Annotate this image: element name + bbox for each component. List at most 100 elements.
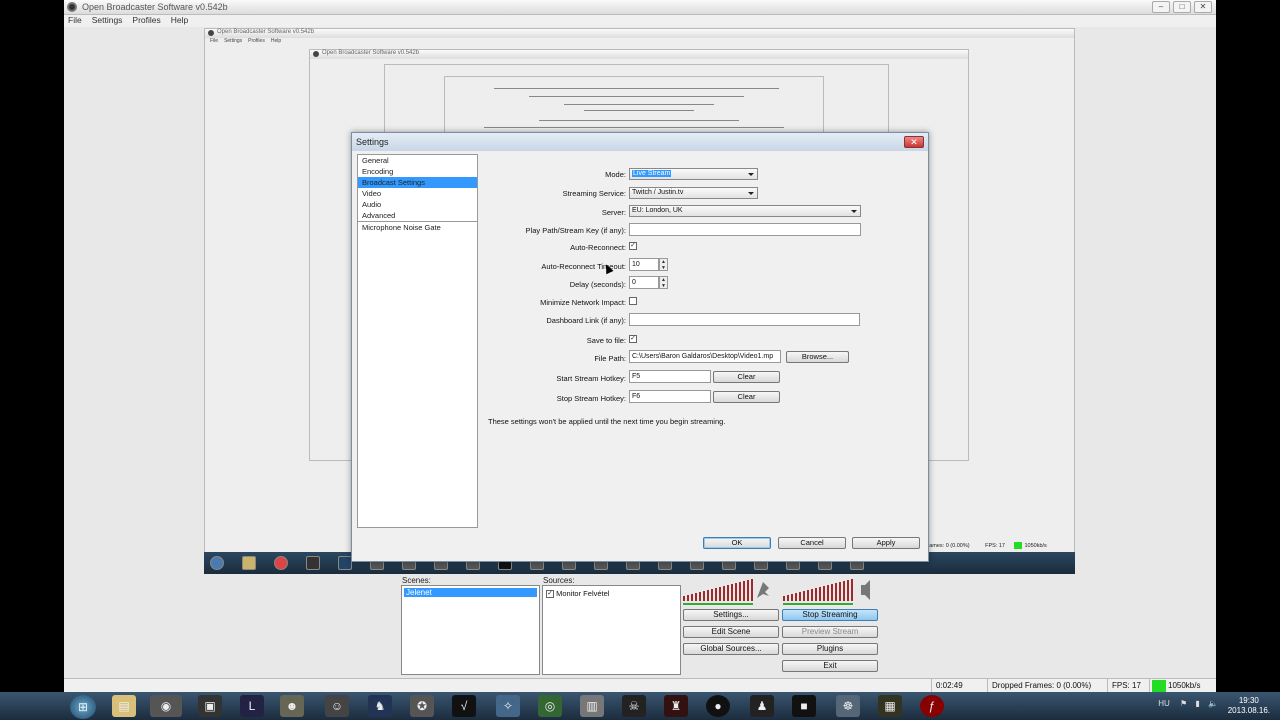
skull-icon[interactable]: ☠: [622, 695, 646, 717]
mode-value: Live Stream: [632, 170, 672, 177]
nav-general[interactable]: General: [358, 155, 477, 166]
settings-button[interactable]: Settings...: [683, 609, 779, 621]
desktop-volume-meter: [683, 579, 769, 605]
preview-bitrate: 1050kb/s: [1024, 542, 1047, 549]
bitrate-readout: 1050kb/s: [1168, 681, 1201, 690]
nav-audio[interactable]: Audio: [358, 199, 477, 210]
game-icon-9[interactable]: ♟: [750, 695, 774, 717]
preview-bitrate-indicator: [1014, 542, 1023, 549]
close-button[interactable]: ✕: [1194, 1, 1212, 13]
game-icon-7[interactable]: ▥: [580, 695, 604, 717]
settings-note: These settings won't be applied until th…: [488, 417, 726, 426]
start-button-icon[interactable]: ⊞: [70, 695, 96, 719]
game-icon-4[interactable]: ✪: [410, 695, 434, 717]
source-checkbox[interactable]: ✓: [546, 590, 554, 599]
language-indicator[interactable]: HU: [1158, 699, 1170, 708]
nav-broadcast-settings[interactable]: Broadcast Settings: [358, 177, 477, 188]
source-label: Monitor Felvétel: [556, 589, 610, 598]
global-sources-button[interactable]: Global Sources...: [683, 643, 779, 655]
stop-hotkey-input[interactable]: F6: [629, 390, 711, 403]
status-bar: 0:02:49 Dropped Frames: 0 (0.00%) FPS: 1…: [64, 678, 1216, 693]
browse-button[interactable]: Browse...: [786, 351, 849, 363]
menu-file[interactable]: File: [68, 15, 82, 27]
delay-input[interactable]: 0: [629, 276, 659, 289]
clear-stop-hotkey-button[interactable]: Clear: [713, 391, 780, 403]
server-select[interactable]: EU: London, UK: [629, 205, 861, 217]
network-icon[interactable]: ▮: [1195, 699, 1199, 708]
apply-button[interactable]: Apply: [852, 537, 920, 549]
stop-hotkey-label: Stop Stream Hotkey:: [556, 394, 626, 403]
service-select[interactable]: Twitch / Justin.tv: [629, 187, 758, 199]
league-icon[interactable]: L: [240, 695, 264, 717]
chrome-icon[interactable]: ◉: [150, 695, 182, 717]
menu-settings[interactable]: Settings: [92, 15, 123, 27]
timeout-input[interactable]: 10: [629, 258, 659, 271]
game-icon-12[interactable]: ▦: [878, 695, 902, 717]
menu-help[interactable]: Help: [171, 15, 188, 27]
game-icon-5[interactable]: ✧: [496, 695, 520, 717]
game-icon-3[interactable]: ♞: [368, 695, 392, 717]
system-tray: HU ⚑ ▮ 🔈: [1158, 699, 1218, 708]
nav-advanced[interactable]: Advanced: [358, 210, 477, 221]
ok-button[interactable]: OK: [703, 537, 771, 549]
preview-menu-settings: Settings: [224, 38, 243, 44]
game-icon-8[interactable]: ♜: [664, 695, 688, 717]
stop-streaming-button[interactable]: Stop Streaming: [782, 609, 878, 621]
flag-icon[interactable]: ⚑: [1180, 699, 1187, 708]
clear-start-hotkey-button[interactable]: Clear: [713, 371, 780, 383]
source-item[interactable]: ✓ Monitor Felvétel: [546, 589, 677, 599]
game-icon-11[interactable]: ☸: [836, 695, 860, 717]
playpath-input[interactable]: [629, 223, 861, 236]
scene-item[interactable]: Jelenet: [404, 588, 537, 597]
minimize-button[interactable]: –: [1152, 1, 1170, 13]
sources-list[interactable]: ✓ Monitor Felvétel: [542, 585, 681, 675]
title-bar: Open Broadcaster Software v0.542b – □ ✕: [64, 0, 1216, 15]
exit-button[interactable]: Exit: [782, 660, 878, 672]
flash-icon[interactable]: ƒ: [920, 695, 944, 717]
dropped-frames: Dropped Frames: 0 (0.00%): [987, 679, 1107, 693]
playpath-label: Play Path/Stream Key (if any):: [525, 226, 626, 235]
start-hotkey-input[interactable]: F5: [629, 370, 711, 383]
dialog-close-icon[interactable]: ✕: [904, 136, 924, 148]
bitrate-cell: 1050kb/s: [1149, 679, 1216, 693]
menu-bar: File Settings Profiles Help: [64, 15, 1216, 27]
delay-spinner[interactable]: ▲ ▼: [659, 276, 668, 289]
timeout-spinner[interactable]: ▲ ▼: [659, 258, 668, 271]
preview-fps: FPS: 17: [985, 542, 1005, 549]
menu-profiles[interactable]: Profiles: [132, 15, 160, 27]
minimize-checkbox[interactable]: [629, 297, 637, 305]
obs-app-icon: [67, 2, 77, 12]
game-icon-2[interactable]: ☺: [325, 695, 349, 717]
chevron-down-icon: [748, 192, 754, 195]
app-window-icon[interactable]: ▣: [198, 695, 222, 717]
clock[interactable]: 19:30 2013.08.16.: [1228, 696, 1270, 716]
maximize-button[interactable]: □: [1173, 1, 1191, 13]
service-label: Streaming Service:: [562, 189, 626, 198]
autoreconnect-checkbox[interactable]: ✓: [629, 242, 637, 250]
game-icon-1[interactable]: ☻: [280, 695, 304, 717]
preview-menu-help: Help: [270, 38, 282, 44]
mode-select[interactable]: Live Stream: [629, 168, 758, 180]
preview-stream-button[interactable]: Preview Stream: [782, 626, 878, 638]
plugins-button[interactable]: Plugins: [782, 643, 878, 655]
stream-time: 0:02:49: [931, 679, 987, 693]
volume-icon[interactable]: 🔈: [1208, 699, 1218, 708]
nav-encoding[interactable]: Encoding: [358, 166, 477, 177]
filepath-input[interactable]: C:\Users\Baron Galdaros\Desktop\Video1.m…: [629, 350, 781, 363]
savefile-checkbox[interactable]: ✓: [629, 335, 637, 343]
explorer-icon[interactable]: ▤: [112, 695, 136, 717]
chevron-down-icon: [851, 210, 857, 213]
obs-taskbar-icon[interactable]: ●: [706, 695, 730, 717]
checkmark-app-icon[interactable]: √: [452, 695, 476, 717]
edit-scene-button[interactable]: Edit Scene: [683, 626, 779, 638]
preview-dropped: Frames: 0 (0.00%): [924, 542, 970, 549]
scenes-list[interactable]: Jelenet: [401, 585, 540, 675]
settings-nav: General Encoding Broadcast Settings Vide…: [357, 154, 478, 528]
nav-noise-gate[interactable]: Microphone Noise Gate: [358, 222, 477, 233]
game-icon-6[interactable]: ◎: [538, 695, 562, 717]
dialog-title-bar: Settings ✕: [352, 133, 928, 151]
nav-video[interactable]: Video: [358, 188, 477, 199]
dashboard-input[interactable]: [629, 313, 860, 326]
cancel-button[interactable]: Cancel: [778, 537, 846, 549]
game-icon-10[interactable]: ■: [792, 695, 816, 717]
